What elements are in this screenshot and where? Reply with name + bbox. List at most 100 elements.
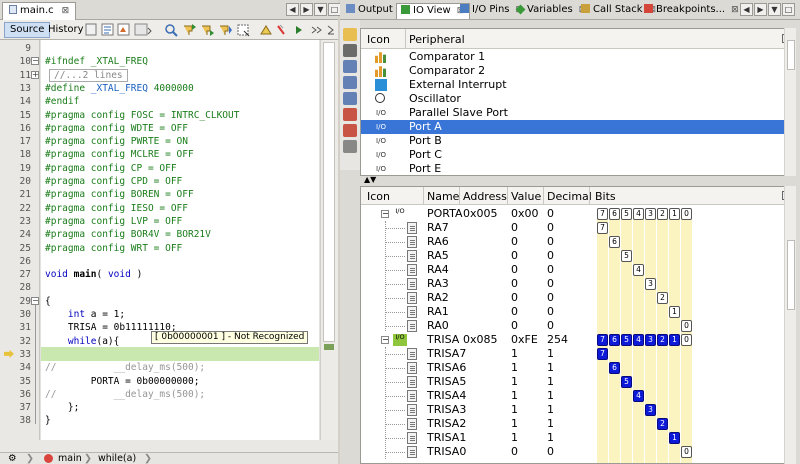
code-line[interactable]: #pragma config BOR4V = BOR21V [45,229,211,240]
bit-cell[interactable]: 5 [621,376,632,388]
register-value[interactable]: 0 [511,221,518,235]
code-line[interactable]: #pragma config CPD = OFF [45,176,182,187]
tools-icon[interactable] [343,44,357,57]
bit-cell[interactable]: 2 [657,208,668,220]
register-value[interactable]: 0 [511,263,518,277]
bit-row[interactable]: RA7 7 0 0 [361,221,795,235]
bit-row[interactable]: TRISA4 4 1 1 [361,389,795,403]
peripheral-item[interactable]: Comparator 2 [361,64,795,78]
editor-hscroll[interactable] [0,440,338,452]
bit-cell[interactable]: 3 [645,208,656,220]
fold-toggle-icon[interactable]: − [31,57,39,66]
code-line[interactable]: #pragma config IESO = OFF [45,203,188,214]
bit-cell[interactable]: 6 [609,208,620,220]
register-value[interactable]: 0x00 [511,207,539,221]
peripheral-item[interactable]: External Interrupt [361,78,795,92]
bit-cell[interactable]: 3 [645,334,656,346]
bit-cell[interactable]: 6 [609,236,620,248]
bit-cell[interactable]: 1 [669,306,680,318]
close-icon[interactable]: ⊠ [731,5,739,15]
bit-cell[interactable]: 2 [657,292,668,304]
register-value[interactable]: 1 [511,431,518,445]
code-line[interactable]: while(a){ [45,336,120,347]
bit-row[interactable]: TRISA1 1 1 1 [361,431,795,445]
code-line[interactable]: #pragma config BOREN = OFF [45,189,194,200]
breadcrumb-main[interactable]: main [58,453,82,464]
peripheral-item[interactable]: I/O Port A [361,120,795,134]
bit-row[interactable]: RA2 2 0 0 [361,291,795,305]
memory-view-icon[interactable] [343,92,357,105]
register-decimal[interactable]: 0 [547,277,554,291]
code-line[interactable]: #pragma config WRT = OFF [45,243,182,254]
bit-cell[interactable]: 1 [669,208,680,220]
bit-row[interactable]: TRISA5 5 1 1 [361,375,795,389]
scroll-left-icon[interactable]: ◀ [286,3,299,16]
peripheral-scrollbar[interactable] [784,28,796,176]
code-line[interactable]: #pragma config CP = OFF [45,163,177,174]
code-line[interactable]: PORTA = 0b00000000; [45,376,200,387]
register-row[interactable]: − I/O PORTA 0x005 7 6 5 4 3 2 1 0 0x00 0 [361,207,795,221]
file-tab-main-c[interactable]: main.c ⊠ [2,2,77,20]
fold-toggle-icon[interactable]: + [31,70,39,79]
bit-cell[interactable]: 0 [681,320,692,332]
register-decimal[interactable]: 1 [547,361,554,375]
bit-row[interactable]: RA6 6 0 0 [361,235,795,249]
bit-row[interactable]: TRISA3 3 1 1 [361,403,795,417]
register-value[interactable]: 0 [511,305,518,319]
code-line[interactable]: #pragma config WDTE = OFF [45,123,188,134]
register-decimal[interactable]: 0 [547,221,554,235]
register-decimal[interactable]: 1 [547,347,554,361]
bit-cell[interactable]: 4 [633,334,644,346]
toolbar-icon-set[interactable] [85,23,334,37]
edit-icon[interactable] [343,108,357,121]
dropdown-icon[interactable]: ▼ [314,3,327,16]
bit-row[interactable]: RA0 0 0 0 [361,319,795,333]
register-decimal[interactable]: 1 [547,375,554,389]
register-decimal[interactable]: 0 [547,291,554,305]
scrollbar-thumb[interactable] [787,40,795,70]
splitter-arrows-icon[interactable]: ▲▼ [364,175,376,184]
collapsed-fold[interactable]: //...2 lines [49,68,128,82]
bit-row[interactable]: TRISA0 0 0 0 [361,445,795,459]
register-decimal[interactable]: 1 [547,403,554,417]
bit-cell[interactable]: 7 [597,348,608,360]
history-button[interactable]: History [42,22,90,38]
dropdown-icon[interactable]: ▼ [768,3,781,16]
bit-cell[interactable]: 4 [633,208,644,220]
scrollbar-track[interactable] [323,42,335,342]
register-decimal[interactable]: 0 [547,249,554,263]
bit-cell[interactable]: 7 [597,208,608,220]
register-table[interactable]: Icon Name Address Value Decimal Bits − I/O PORT… [360,186,796,464]
code-line[interactable]: // __delay_ms(500); [45,389,205,400]
bit-cell[interactable]: 1 [669,432,680,444]
bit-cell[interactable]: 7 [597,334,608,346]
peripheral-list[interactable]: Icon Peripheral Comparator 1 Comparator 2… [360,28,796,176]
scroll-right-icon[interactable]: ▶ [754,3,767,16]
register-decimal[interactable]: 0 [547,305,554,319]
register-value[interactable]: 1 [511,347,518,361]
breadcrumb-while[interactable]: while(a) [98,453,136,464]
bit-row[interactable]: RA3 3 0 0 [361,277,795,291]
code-line[interactable]: int a = 1; [45,309,125,320]
tab-breakpoints-[interactable]: Breakpoints... ⊠ [640,3,744,19]
fold-toggle-icon[interactable]: − [31,296,39,305]
code-line[interactable]: #pragma config PWRTE = ON [45,136,188,147]
peripheral-item[interactable]: Oscillator [361,92,795,106]
code-area[interactable]: #ifndef _XTAL_FREQ//...2 lines #define _X… [41,40,319,452]
bit-cell[interactable]: 4 [633,390,644,402]
bit-cell[interactable]: 6 [609,334,620,346]
register-value[interactable]: 0 [511,235,518,249]
peripheral-item[interactable]: I/O Port E [361,162,795,175]
register-value[interactable]: 0xFE [511,333,538,347]
scroll-left-icon[interactable]: ◀ [740,3,753,16]
code-line[interactable]: #pragma config FOSC = INTRC_CLKOUT [45,110,239,121]
peripheral-item[interactable]: I/O Parallel Slave Port [361,106,795,120]
register-value[interactable]: 0 [511,445,518,459]
code-line[interactable]: #endif [45,96,79,107]
maximize-icon[interactable]: □ [782,3,795,16]
register-scrollbar[interactable] [784,186,796,464]
bit-cell[interactable]: 5 [621,334,632,346]
bit-row[interactable]: TRISA2 2 1 1 [361,417,795,431]
bit-cell[interactable]: 5 [621,208,632,220]
filter-icon[interactable] [343,28,357,41]
